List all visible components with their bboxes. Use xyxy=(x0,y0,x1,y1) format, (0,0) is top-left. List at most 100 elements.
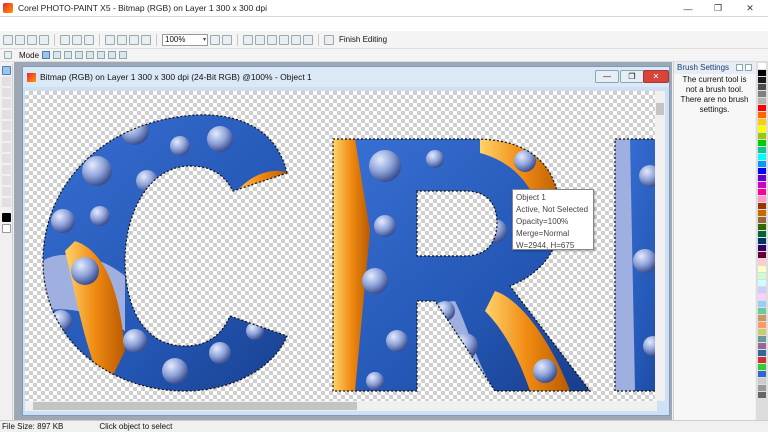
palette-swatch[interactable] xyxy=(758,301,766,307)
palette-swatch[interactable] xyxy=(758,273,766,279)
palette-swatch[interactable] xyxy=(758,322,766,328)
palette-swatch[interactable] xyxy=(758,350,766,356)
object-align-icon[interactable] xyxy=(243,34,253,45)
mode-mesh-button[interactable] xyxy=(108,51,117,59)
palette-swatch[interactable] xyxy=(758,196,766,202)
palette-swatch[interactable] xyxy=(758,315,766,321)
palette-swatch[interactable] xyxy=(758,217,766,223)
red-eye-tool-icon[interactable] xyxy=(2,132,11,141)
mask-tool-icon[interactable] xyxy=(2,77,11,86)
effect-tool-icon[interactable] xyxy=(2,198,11,207)
document-maximize-button[interactable]: ❐ xyxy=(620,70,644,83)
palette-swatch[interactable] xyxy=(758,98,766,104)
shape-tool-icon[interactable] xyxy=(2,176,11,185)
mode-distort-button[interactable] xyxy=(86,51,95,59)
palette-swatch[interactable] xyxy=(758,308,766,314)
mode-position-button[interactable] xyxy=(42,51,51,59)
palette-swatch[interactable] xyxy=(758,84,766,90)
cut-icon[interactable] xyxy=(60,34,70,45)
close-document-icon[interactable] xyxy=(39,34,49,45)
mode-skew-button[interactable] xyxy=(75,51,84,59)
horizontal-scroll-thumb[interactable] xyxy=(33,402,357,410)
palette-swatch[interactable] xyxy=(758,168,766,174)
hand-tool-icon[interactable] xyxy=(222,34,232,45)
palette-swatch[interactable] xyxy=(758,336,766,342)
pick-tool-icon[interactable] xyxy=(2,66,11,75)
palette-swatch[interactable] xyxy=(758,119,766,125)
document-close-button[interactable]: ✕ xyxy=(643,70,669,83)
mask-icon[interactable] xyxy=(279,34,289,45)
undo-icon[interactable] xyxy=(105,34,115,45)
export-icon[interactable] xyxy=(141,34,151,45)
palette-swatch[interactable] xyxy=(758,266,766,272)
save-icon[interactable] xyxy=(27,34,37,45)
object-picker-icon[interactable] xyxy=(255,34,265,45)
paste-icon[interactable] xyxy=(84,34,94,45)
palette-swatch[interactable] xyxy=(758,210,766,216)
foreground-color-swatch[interactable] xyxy=(2,213,11,222)
palette-swatch[interactable] xyxy=(758,140,766,146)
mask-overlay-icon[interactable] xyxy=(291,34,301,45)
palette-swatch[interactable] xyxy=(758,154,766,160)
palette-swatch[interactable] xyxy=(758,287,766,293)
palette-swatch[interactable] xyxy=(758,392,766,398)
maximize-button[interactable]: ❐ xyxy=(702,0,734,17)
palette-swatch[interactable] xyxy=(758,329,766,335)
palette-swatch[interactable] xyxy=(758,364,766,370)
palette-swatch[interactable] xyxy=(758,224,766,230)
zoom-tool-icon[interactable] xyxy=(2,99,11,108)
palette-swatch[interactable] xyxy=(758,112,766,118)
copy-icon[interactable] xyxy=(72,34,82,45)
palette-swatch[interactable] xyxy=(758,182,766,188)
mode-envelope-button[interactable] xyxy=(119,51,128,59)
palette-swatch[interactable] xyxy=(758,133,766,139)
vertical-scrollbar[interactable] xyxy=(655,91,665,401)
palette-swatch[interactable] xyxy=(758,91,766,97)
palette-swatch[interactable] xyxy=(758,259,766,265)
clone-tool-icon[interactable] xyxy=(2,143,11,152)
redo-icon[interactable] xyxy=(117,34,127,45)
import-icon[interactable] xyxy=(129,34,139,45)
zoom-in-icon[interactable] xyxy=(210,34,220,45)
palette-swatch[interactable] xyxy=(758,161,766,167)
document-minimize-button[interactable]: — xyxy=(595,70,619,83)
palette-swatch[interactable] xyxy=(758,203,766,209)
minimize-button[interactable]: — xyxy=(672,0,704,17)
palette-swatch[interactable] xyxy=(758,357,766,363)
palette-swatch[interactable] xyxy=(758,105,766,111)
paint-tool-icon[interactable] xyxy=(2,187,11,196)
vertical-scroll-thumb[interactable] xyxy=(656,103,664,115)
palette-swatch[interactable] xyxy=(758,77,766,83)
palette-swatch[interactable] xyxy=(758,252,766,258)
crop-tool-icon[interactable] xyxy=(2,88,11,97)
docker-close-icon[interactable] xyxy=(745,64,752,71)
mode-perspective-button[interactable] xyxy=(97,51,106,59)
horizontal-scrollbar[interactable] xyxy=(25,401,657,411)
palette-swatch[interactable] xyxy=(758,371,766,377)
text-tool-icon[interactable] xyxy=(2,154,11,163)
open-icon[interactable] xyxy=(15,34,25,45)
palette-swatch[interactable] xyxy=(758,126,766,132)
palette-swatch[interactable] xyxy=(758,343,766,349)
eraser-tool-icon[interactable] xyxy=(2,121,11,130)
palette-swatch[interactable] xyxy=(758,175,766,181)
close-button[interactable]: ✕ xyxy=(734,0,766,17)
palette-swatch[interactable] xyxy=(758,147,766,153)
mode-rotate-button[interactable] xyxy=(53,51,62,59)
finish-editing-button[interactable]: Finish Editing xyxy=(339,35,387,44)
zoom-level-select[interactable]: 100% ▾ xyxy=(162,33,208,46)
new-document-icon[interactable] xyxy=(3,34,13,45)
palette-swatch[interactable] xyxy=(758,245,766,251)
palette-swatch[interactable] xyxy=(758,294,766,300)
palette-swatch[interactable] xyxy=(758,231,766,237)
mode-scale-button[interactable] xyxy=(64,51,73,59)
docker-pin-icon[interactable] xyxy=(736,64,743,71)
palette-swatch[interactable] xyxy=(758,378,766,384)
finish-editing-icon[interactable] xyxy=(324,34,334,45)
fill-tool-icon[interactable] xyxy=(2,165,11,174)
palette-swatch[interactable] xyxy=(758,238,766,244)
background-color-swatch[interactable] xyxy=(2,224,11,233)
lock-icon[interactable] xyxy=(303,34,313,45)
palette-swatch[interactable] xyxy=(758,385,766,391)
palette-swatch[interactable] xyxy=(758,63,766,69)
